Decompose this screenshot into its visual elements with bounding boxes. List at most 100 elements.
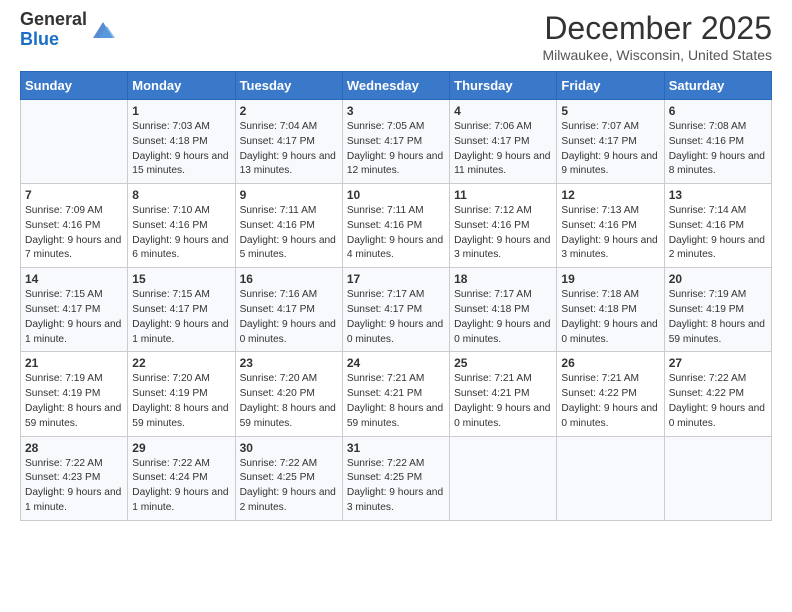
day-number: 10	[347, 188, 445, 202]
day-number: 21	[25, 356, 123, 370]
day-info: Sunrise: 7:16 AMSunset: 4:17 PMDaylight:…	[240, 288, 338, 347]
calendar-table: Sunday Monday Tuesday Wednesday Thursday…	[20, 71, 772, 521]
day-number: 5	[561, 104, 659, 118]
logo: General Blue	[20, 10, 117, 50]
day-info: Sunrise: 7:15 AMSunset: 4:17 PMDaylight:…	[132, 288, 230, 347]
day-number: 9	[240, 188, 338, 202]
day-info: Sunrise: 7:08 AMSunset: 4:16 PMDaylight:…	[669, 120, 767, 179]
day-info: Sunrise: 7:03 AMSunset: 4:18 PMDaylight:…	[132, 120, 230, 179]
calendar-cell: 7 Sunrise: 7:09 AMSunset: 4:16 PMDaylight…	[21, 184, 128, 268]
calendar-cell: 29Sunrise: 7:22 AMSunset: 4:24 PMDayligh…	[128, 436, 235, 520]
page-header: General Blue December 2025 Milwaukee, Wi…	[20, 10, 772, 63]
title-block: December 2025 Milwaukee, Wisconsin, Unit…	[542, 10, 772, 63]
calendar-cell: 1 Sunrise: 7:03 AMSunset: 4:18 PMDaylight…	[128, 100, 235, 184]
day-number: 20	[669, 272, 767, 286]
calendar-cell: 26 Sunrise: 7:21 AMSunset: 4:22 PMDayligh…	[557, 352, 664, 436]
day-number: 1	[132, 104, 230, 118]
day-info: Sunrise: 7:06 AMSunset: 4:17 PMDaylight:…	[454, 120, 552, 179]
calendar-cell	[450, 436, 557, 520]
header-thursday: Thursday	[450, 72, 557, 100]
calendar-cell: 2 Sunrise: 7:04 AMSunset: 4:17 PMDaylight…	[235, 100, 342, 184]
calendar-cell: 20 Sunrise: 7:19 AMSunset: 4:19 PMDayligh…	[664, 268, 771, 352]
calendar-cell: 27Sunrise: 7:22 AMSunset: 4:22 PMDayligh…	[664, 352, 771, 436]
header-tuesday: Tuesday	[235, 72, 342, 100]
day-info: Sunrise: 7:11 AMSunset: 4:16 PMDaylight:…	[347, 204, 445, 263]
month-title: December 2025	[542, 10, 772, 47]
calendar-week-row: 21 Sunrise: 7:19 AMSunset: 4:19 PMDayligh…	[21, 352, 772, 436]
calendar-cell: 3Sunrise: 7:05 AMSunset: 4:17 PMDaylight…	[342, 100, 449, 184]
calendar-cell: 10 Sunrise: 7:11 AMSunset: 4:16 PMDayligh…	[342, 184, 449, 268]
calendar-cell	[557, 436, 664, 520]
calendar-cell: 14Sunrise: 7:15 AMSunset: 4:17 PMDayligh…	[21, 268, 128, 352]
day-info: Sunrise: 7:22 AMSunset: 4:25 PMDaylight:…	[240, 457, 338, 516]
logo-general-text: General	[20, 10, 87, 30]
calendar-body: 1 Sunrise: 7:03 AMSunset: 4:18 PMDaylight…	[21, 100, 772, 521]
calendar-week-row: 1 Sunrise: 7:03 AMSunset: 4:18 PMDaylight…	[21, 100, 772, 184]
day-number: 14	[25, 272, 123, 286]
logo-icon	[89, 16, 117, 44]
calendar-cell: 5 Sunrise: 7:07 AMSunset: 4:17 PMDaylight…	[557, 100, 664, 184]
day-info: Sunrise: 7:20 AMSunset: 4:20 PMDaylight:…	[240, 372, 338, 431]
day-info: Sunrise: 7:17 AMSunset: 4:17 PMDaylight:…	[347, 288, 445, 347]
calendar-cell	[21, 100, 128, 184]
day-info: Sunrise: 7:13 AMSunset: 4:16 PMDaylight:…	[561, 204, 659, 263]
day-info: Sunrise: 7:21 AMSunset: 4:21 PMDaylight:…	[347, 372, 445, 431]
calendar-cell: 28Sunrise: 7:22 AMSunset: 4:23 PMDayligh…	[21, 436, 128, 520]
day-number: 29	[132, 441, 230, 455]
day-number: 3	[347, 104, 445, 118]
calendar-cell: 8 Sunrise: 7:10 AMSunset: 4:16 PMDaylight…	[128, 184, 235, 268]
calendar-cell: 13 Sunrise: 7:14 AMSunset: 4:16 PMDayligh…	[664, 184, 771, 268]
header-sunday: Sunday	[21, 72, 128, 100]
day-number: 2	[240, 104, 338, 118]
day-info: Sunrise: 7:04 AMSunset: 4:17 PMDaylight:…	[240, 120, 338, 179]
calendar-cell: 19Sunrise: 7:18 AMSunset: 4:18 PMDayligh…	[557, 268, 664, 352]
calendar-cell: 18Sunrise: 7:17 AMSunset: 4:18 PMDayligh…	[450, 268, 557, 352]
weekday-header-row: Sunday Monday Tuesday Wednesday Thursday…	[21, 72, 772, 100]
day-number: 4	[454, 104, 552, 118]
calendar-cell: 11 Sunrise: 7:12 AMSunset: 4:16 PMDayligh…	[450, 184, 557, 268]
day-number: 7	[25, 188, 123, 202]
day-number: 24	[347, 356, 445, 370]
day-number: 26	[561, 356, 659, 370]
day-info: Sunrise: 7:14 AMSunset: 4:16 PMDaylight:…	[669, 204, 767, 263]
calendar-cell: 15 Sunrise: 7:15 AMSunset: 4:17 PMDayligh…	[128, 268, 235, 352]
header-wednesday: Wednesday	[342, 72, 449, 100]
calendar-cell: 31Sunrise: 7:22 AMSunset: 4:25 PMDayligh…	[342, 436, 449, 520]
day-number: 12	[561, 188, 659, 202]
day-info: Sunrise: 7:19 AMSunset: 4:19 PMDaylight:…	[25, 372, 123, 431]
day-number: 16	[240, 272, 338, 286]
day-info: Sunrise: 7:07 AMSunset: 4:17 PMDaylight:…	[561, 120, 659, 179]
header-saturday: Saturday	[664, 72, 771, 100]
day-number: 18	[454, 272, 552, 286]
day-number: 11	[454, 188, 552, 202]
day-info: Sunrise: 7:12 AMSunset: 4:16 PMDaylight:…	[454, 204, 552, 263]
calendar-cell: 4 Sunrise: 7:06 AMSunset: 4:17 PMDaylight…	[450, 100, 557, 184]
calendar-cell: 9 Sunrise: 7:11 AMSunset: 4:16 PMDaylight…	[235, 184, 342, 268]
calendar-week-row: 28Sunrise: 7:22 AMSunset: 4:23 PMDayligh…	[21, 436, 772, 520]
calendar-header: Sunday Monday Tuesday Wednesday Thursday…	[21, 72, 772, 100]
calendar-cell: 17 Sunrise: 7:17 AMSunset: 4:17 PMDayligh…	[342, 268, 449, 352]
day-number: 17	[347, 272, 445, 286]
calendar-cell: 23 Sunrise: 7:20 AMSunset: 4:20 PMDayligh…	[235, 352, 342, 436]
day-info: Sunrise: 7:20 AMSunset: 4:19 PMDaylight:…	[132, 372, 230, 431]
day-number: 31	[347, 441, 445, 455]
day-info: Sunrise: 7:22 AMSunset: 4:22 PMDaylight:…	[669, 372, 767, 431]
calendar-week-row: 7 Sunrise: 7:09 AMSunset: 4:16 PMDaylight…	[21, 184, 772, 268]
day-info: Sunrise: 7:19 AMSunset: 4:19 PMDaylight:…	[669, 288, 767, 347]
day-info: Sunrise: 7:10 AMSunset: 4:16 PMDaylight:…	[132, 204, 230, 263]
day-info: Sunrise: 7:11 AMSunset: 4:16 PMDaylight:…	[240, 204, 338, 263]
day-number: 25	[454, 356, 552, 370]
day-number: 23	[240, 356, 338, 370]
day-number: 30	[240, 441, 338, 455]
day-number: 19	[561, 272, 659, 286]
day-info: Sunrise: 7:09 AMSunset: 4:16 PMDaylight:…	[25, 204, 123, 263]
day-number: 8	[132, 188, 230, 202]
logo-blue-text: Blue	[20, 30, 87, 50]
calendar-cell: 25 Sunrise: 7:21 AMSunset: 4:21 PMDayligh…	[450, 352, 557, 436]
day-number: 15	[132, 272, 230, 286]
day-number: 13	[669, 188, 767, 202]
day-number: 28	[25, 441, 123, 455]
day-info: Sunrise: 7:21 AMSunset: 4:22 PMDaylight:…	[561, 372, 659, 431]
day-info: Sunrise: 7:21 AMSunset: 4:21 PMDaylight:…	[454, 372, 552, 431]
calendar-week-row: 14 Sunrise: 7:15 AMSunset: 4:17 PMDayligh…	[21, 268, 772, 352]
